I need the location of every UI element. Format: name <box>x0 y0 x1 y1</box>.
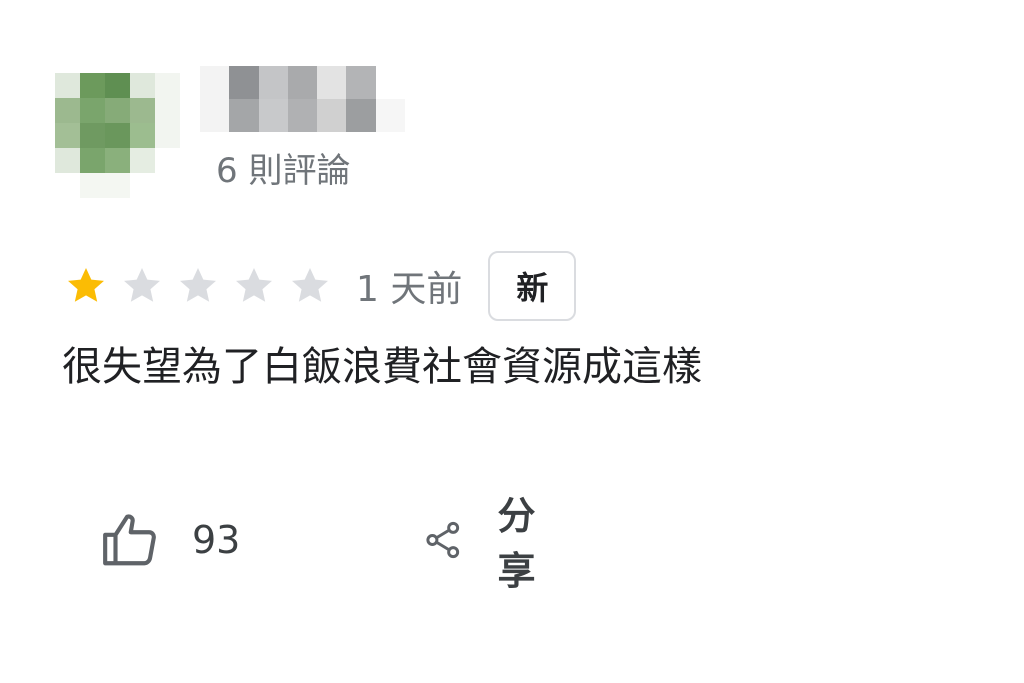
avatar-pixel <box>80 98 105 123</box>
avatar-pixel <box>130 148 155 173</box>
share-button[interactable]: 分享 <box>422 494 552 593</box>
avatar-pixel <box>130 98 155 123</box>
star-empty-icon <box>124 268 160 302</box>
name-blur-pixel <box>229 99 259 132</box>
rating-row: 1 天前 新 <box>64 248 577 324</box>
avatar-pixel <box>155 98 180 123</box>
avatar-pixel <box>105 98 130 123</box>
name-blur-pixel <box>287 99 318 132</box>
new-badge: 新 <box>488 251 577 321</box>
star-rating <box>64 264 344 308</box>
avatar-pixel <box>105 123 130 148</box>
avatar-pixel <box>155 173 180 198</box>
like-count: 93 <box>192 518 241 562</box>
review-text: 很失望為了白飯浪費社會資源成這樣 <box>62 344 702 390</box>
avatar-pixel <box>155 148 180 173</box>
name-blur-pixel <box>200 99 230 132</box>
star-empty-icon <box>180 268 216 302</box>
avatar-pixel <box>105 73 130 98</box>
avatar-pixel <box>55 148 80 173</box>
name-blur-pixel <box>375 99 405 132</box>
name-blur-pixel <box>346 99 376 132</box>
reviewer-name-blurred[interactable] <box>200 66 405 132</box>
name-blur-pixel <box>229 66 259 99</box>
avatar-pixel <box>105 173 130 198</box>
review-count[interactable]: 6 則評論 <box>216 148 350 194</box>
avatar-pixel <box>80 173 105 198</box>
avatar-pixel <box>55 123 80 148</box>
avatar-pixel <box>155 73 180 98</box>
like-button[interactable]: 93 <box>100 500 240 580</box>
avatar-pixel <box>55 73 80 98</box>
star-empty-icon <box>292 268 328 302</box>
avatar-pixel <box>155 123 180 148</box>
star-empty-icon <box>236 268 272 302</box>
avatar-pixel <box>80 73 105 98</box>
avatar-pixel <box>80 148 105 173</box>
avatar-pixel <box>55 173 80 198</box>
avatar-pixel <box>130 73 155 98</box>
name-blur-pixel <box>287 66 318 99</box>
avatar-pixel <box>130 173 155 198</box>
avatar-pixel <box>80 123 105 148</box>
name-blur-pixel <box>317 66 347 99</box>
share-icon <box>426 521 460 559</box>
name-blur-pixel <box>375 66 405 99</box>
star-filled-icon <box>68 268 104 302</box>
share-label: 分享 <box>497 494 536 593</box>
name-blur-pixel <box>258 99 288 132</box>
avatar-pixel <box>130 123 155 148</box>
name-blur-pixel <box>200 66 230 99</box>
name-blur-pixel <box>346 66 376 99</box>
avatar-pixel <box>105 148 130 173</box>
review-time: 1 天前 <box>356 269 463 310</box>
thumbs-up-icon <box>103 514 156 566</box>
name-blur-pixel <box>317 99 347 132</box>
review-card: 6 則評論 1 天前 新 很失望為了白飯浪費社會資源成這樣 93 分享 <box>0 0 1024 683</box>
avatar-pixel <box>55 98 80 123</box>
name-blur-pixel <box>258 66 288 99</box>
avatar[interactable] <box>55 73 180 198</box>
